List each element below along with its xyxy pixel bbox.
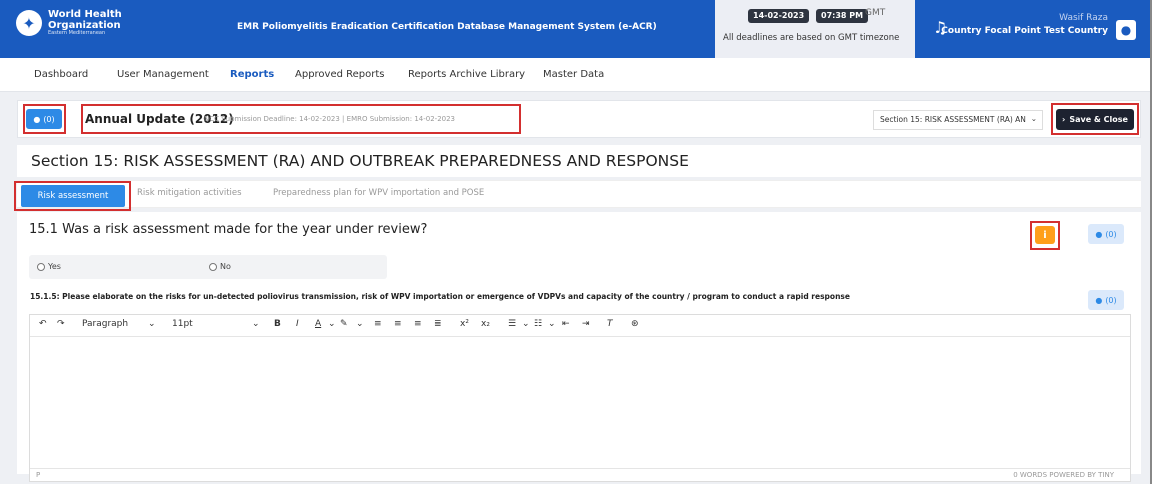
sub-question-text: 15.1.5: Please elaborate on the risks fo… <box>30 292 850 301</box>
nav-user-management[interactable]: User Management <box>117 69 209 80</box>
nav-reports-archive[interactable]: Reports Archive Library <box>408 69 525 80</box>
clear-formatting-icon[interactable]: T <box>607 319 613 329</box>
chevron-down-icon[interactable]: ⌄ <box>548 319 556 329</box>
timezone-label: GMT <box>865 8 886 18</box>
app-title: EMR Poliomyelitis Eradication Certificat… <box>237 22 657 32</box>
current-time: 07:38 PM <box>816 9 869 23</box>
time-panel: 14-02-2023 07:38 PM GMT All deadlines ar… <box>715 0 915 58</box>
report-header-bar: ● (0) Annual Update (2012) NCC Submissio… <box>17 100 1141 138</box>
font-size-select[interactable]: 11pt <box>172 319 193 329</box>
bold-icon[interactable]: B <box>274 319 281 329</box>
question-comments-count: (0) <box>1105 229 1117 239</box>
chat-icon: ● <box>1095 295 1103 305</box>
section-select[interactable]: Section 15: RISK ASSESSMENT (RA) AN ⌄ <box>873 110 1043 130</box>
user-role[interactable]: Country Focal Point Test Country <box>941 26 1108 36</box>
italic-icon[interactable]: I <box>296 319 299 329</box>
undo-icon[interactable]: ↶ <box>39 319 47 329</box>
window-edge <box>1150 0 1161 484</box>
section-tabs: Risk assessment Risk mitigation activiti… <box>14 180 1141 211</box>
outdent-icon[interactable]: ⇤ <box>562 319 570 329</box>
subscript-icon[interactable]: x₂ <box>481 319 490 329</box>
align-center-icon[interactable]: ≡ <box>394 319 402 329</box>
highlight-box-comments <box>23 104 66 134</box>
main-nav: Dashboard User Management Reports Approv… <box>0 58 1150 92</box>
top-header: ✦ World Health Organization Eastern Medi… <box>0 0 1150 58</box>
radio-no-label: No <box>220 262 231 271</box>
user-name[interactable]: Wasif Raza <box>1059 13 1108 23</box>
chat-icon: ● <box>1095 229 1103 239</box>
align-right-icon[interactable]: ≡ <box>414 319 422 329</box>
chevron-down-icon[interactable]: ⌄ <box>522 319 530 329</box>
chevron-down-icon[interactable]: ⌄ <box>356 319 364 329</box>
radio-circle-icon <box>209 262 217 271</box>
sub-question-comments-button[interactable]: ● (0) <box>1088 290 1124 310</box>
highlight-box-tab <box>14 181 131 211</box>
word-count: 0 WORDS POWERED BY TINY <box>1013 471 1114 479</box>
align-justify-icon[interactable]: ≣ <box>434 319 442 329</box>
nav-dashboard[interactable]: Dashboard <box>34 69 88 80</box>
element-path: P <box>36 471 41 479</box>
chevron-down-icon[interactable]: ⌄ <box>328 319 336 329</box>
numbered-list-icon[interactable]: ☷ <box>534 319 542 329</box>
chevron-down-icon: ⌄ <box>1030 114 1037 123</box>
globe-icon: ✦ <box>16 10 42 37</box>
user-avatar-icon[interactable]: ● <box>1116 20 1136 40</box>
radio-yes-label: Yes <box>48 262 61 271</box>
redo-icon[interactable]: ↷ <box>57 319 65 329</box>
tab-risk-mitigation[interactable]: Risk mitigation activities <box>137 188 242 198</box>
help-icon[interactable]: ⊛ <box>631 319 639 329</box>
nav-approved-reports[interactable]: Approved Reports <box>295 69 385 80</box>
tab-preparedness-plan[interactable]: Preparedness plan for WPV importation an… <box>273 188 484 198</box>
question-comments-button[interactable]: ● (0) <box>1088 224 1124 244</box>
highlight-color-icon[interactable]: ✎ <box>340 319 348 329</box>
yes-no-radio-group: Yes No <box>29 255 387 279</box>
chevron-down-icon[interactable]: ⌄ <box>252 319 260 329</box>
radio-yes[interactable]: Yes <box>37 262 61 271</box>
editor-status-bar: P 0 WORDS POWERED BY TINY <box>30 468 1130 481</box>
rich-text-editor[interactable]: ↶ ↷ Paragraph ⌄ 11pt ⌄ B I A ⌄ ✎ ⌄ ≡ ≡ ≡… <box>29 314 1131 482</box>
logo-line-1: World Health <box>48 9 122 20</box>
section-title: Section 15: RISK ASSESSMENT (RA) AND OUT… <box>31 152 689 170</box>
radio-no[interactable]: No <box>209 262 231 271</box>
highlight-box-save <box>1051 103 1139 135</box>
indent-icon[interactable]: ⇥ <box>582 319 590 329</box>
current-date: 14-02-2023 <box>748 9 810 23</box>
highlight-box-title <box>81 104 521 134</box>
superscript-icon[interactable]: x² <box>460 319 469 329</box>
section-card: Section 15: RISK ASSESSMENT (RA) AND OUT… <box>17 145 1141 177</box>
align-left-icon[interactable]: ≡ <box>374 319 382 329</box>
nav-master-data[interactable]: Master Data <box>543 69 604 80</box>
block-format-select[interactable]: Paragraph <box>82 319 128 329</box>
radio-circle-icon <box>37 262 45 271</box>
bullet-list-icon[interactable]: ☰ <box>508 319 516 329</box>
logo-line-3: Eastern Mediterranean <box>48 30 106 36</box>
editor-toolbar: ↶ ↷ Paragraph ⌄ 11pt ⌄ B I A ⌄ ✎ ⌄ ≡ ≡ ≡… <box>30 315 1130 337</box>
question-card: 15.1 Was a risk assessment made for the … <box>17 212 1141 482</box>
text-color-icon[interactable]: A <box>315 319 321 329</box>
nav-reports[interactable]: Reports <box>230 69 274 80</box>
sub-comments-count: (0) <box>1105 295 1117 305</box>
section-select-value: Section 15: RISK ASSESSMENT (RA) AN <box>880 115 1026 124</box>
chevron-down-icon[interactable]: ⌄ <box>148 319 156 329</box>
highlight-box-info <box>1030 221 1060 250</box>
who-logo[interactable]: ✦ World Health Organization Eastern Medi… <box>16 9 122 37</box>
deadline-note: All deadlines are based on GMT timezone <box>723 33 900 43</box>
question-title: 15.1 Was a risk assessment made for the … <box>29 222 428 237</box>
